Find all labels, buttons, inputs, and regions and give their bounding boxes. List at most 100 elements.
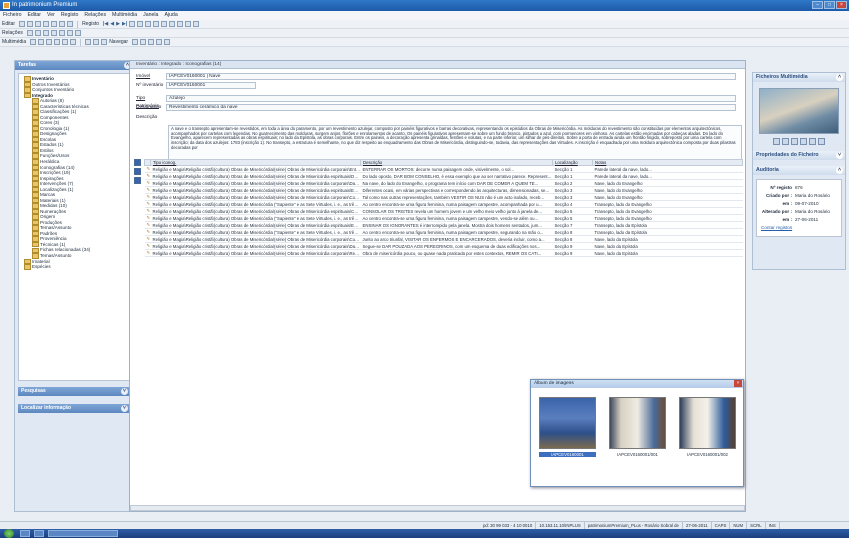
multimedia-thumbnail[interactable]	[759, 88, 839, 134]
tipo-field[interactable]: Azulejo	[166, 95, 736, 102]
pencil-icon[interactable]	[101, 39, 108, 45]
table-row[interactable]: ✎ Religião e Magia\Religião cristã\(cultu…	[144, 249, 743, 257]
row-edit-icon[interactable]: ✎	[144, 228, 151, 236]
menu-ajuda[interactable]: Ajuda	[164, 11, 177, 20]
media-play-icon[interactable]	[46, 39, 53, 45]
imovel-field[interactable]: IAPCEV0160001 | Nave	[166, 73, 736, 80]
copy-icon[interactable]	[35, 21, 42, 27]
nav-refresh-icon[interactable]	[148, 39, 155, 45]
navigation-tree[interactable]: Inventário Outros Inventários Conjuntos In…	[18, 73, 130, 381]
start-button[interactable]	[4, 529, 14, 538]
row-edit-icon[interactable]: ✎	[144, 221, 151, 229]
confirm-icon[interactable]	[193, 21, 200, 27]
menu-relacoes[interactable]: Relações	[84, 11, 106, 20]
table-row[interactable]: ✎ Religião e Magia\Religião cristã\(cultu…	[144, 207, 743, 215]
open-media-icon[interactable]	[809, 138, 816, 145]
nav-forward-icon[interactable]	[140, 39, 147, 45]
props-header[interactable]: Propriedades do Ficheiro ˅	[753, 151, 845, 160]
album-photo-2[interactable]	[609, 397, 666, 449]
ninventario-field[interactable]: IAPCEV0160001	[166, 82, 256, 89]
next-media-icon[interactable]	[782, 138, 789, 145]
first-record-icon[interactable]: |◀	[103, 21, 108, 27]
localizar-header[interactable]: Localizar informação ˅	[18, 404, 130, 413]
row-edit-icon[interactable]: ✎	[144, 207, 151, 215]
album-photo-1[interactable]	[539, 397, 596, 449]
table-row[interactable]: ✎ Religião e Magia\Religião cristã\(cultu…	[144, 235, 743, 243]
add-media-icon[interactable]	[791, 138, 798, 145]
grid-edit-icon[interactable]	[134, 168, 141, 175]
auditoria-header[interactable]: Auditoria ˄	[753, 166, 845, 175]
grid-add-icon[interactable]	[134, 159, 141, 166]
menu-editar[interactable]: Editar	[27, 11, 41, 20]
remove-media-icon[interactable]	[800, 138, 807, 145]
row-edit-icon[interactable]: ✎	[144, 193, 151, 201]
table-row[interactable]: ✎ Religião e Magia\Religião cristã\(cultu…	[144, 172, 743, 180]
row-edit-icon[interactable]: ✎	[144, 179, 151, 187]
table-row[interactable]: ✎ Religião e Magia\Religião cristã\(cultu…	[144, 179, 743, 187]
relation-edit-icon[interactable]	[42, 30, 49, 36]
multimedia-header[interactable]: Ficheiros Multimédia ˄	[753, 73, 845, 82]
nav-back-icon[interactable]	[132, 39, 139, 45]
table-row[interactable]: ✎ Religião e Magia\Religião cristã\(cultu…	[144, 186, 743, 194]
table-row[interactable]: ✎ Religião e Magia\Religião cristã\(cultu…	[144, 221, 743, 229]
taskbar-app-icon[interactable]	[34, 530, 44, 537]
nav-grid-icon[interactable]	[164, 39, 171, 45]
collapse-icon[interactable]: ˄	[836, 74, 843, 81]
media-view-icon[interactable]	[54, 39, 61, 45]
media-add-icon[interactable]	[30, 39, 37, 45]
menu-ver[interactable]: Ver	[47, 11, 55, 20]
table-row[interactable]: ✎ Religião e Magia\Religião cristã\(cultu…	[144, 242, 743, 250]
next-record-icon[interactable]: ▶	[116, 21, 120, 27]
relation-unlink-icon[interactable]	[58, 30, 65, 36]
row-edit-icon[interactable]: ✎	[144, 242, 151, 250]
tree-item[interactable]: Espécies	[21, 264, 127, 270]
taskbar-app-icon[interactable]	[20, 530, 30, 537]
edit-icon[interactable]	[93, 39, 100, 45]
relation-remove-icon[interactable]	[34, 30, 41, 36]
album-caption-2[interactable]: IAPCEV0160001/001	[609, 452, 666, 457]
tarefas-header[interactable]: Tarefas ˄	[15, 61, 133, 70]
media-open-icon[interactable]	[38, 39, 45, 45]
designacao-field[interactable]: Revestimento cerâmico da nave	[166, 104, 736, 111]
table-row[interactable]: ✎ Religião e Magia\Religião cristã\(cultu…	[144, 200, 743, 208]
minimize-button[interactable]: –	[812, 1, 823, 9]
relation-link-icon[interactable]	[50, 30, 57, 36]
find-icon[interactable]	[67, 21, 74, 27]
nav-home-icon[interactable]	[156, 39, 163, 45]
row-edit-icon[interactable]: ✎	[144, 186, 151, 194]
album-close-button[interactable]: ×	[734, 380, 742, 387]
menu-registo[interactable]: Registo	[61, 11, 79, 20]
menu-ficheiro[interactable]: Ficheiro	[3, 11, 21, 20]
row-edit-icon[interactable]: ✎	[144, 172, 151, 180]
save-media-icon[interactable]	[818, 138, 825, 145]
menu-multimedia[interactable]: Multimédia	[112, 11, 137, 20]
prev-media-icon[interactable]	[773, 138, 780, 145]
relation-check-icon[interactable]	[74, 30, 81, 36]
help-icon[interactable]	[145, 21, 152, 27]
media-image-icon[interactable]	[62, 39, 69, 45]
relation-help-icon[interactable]	[66, 30, 73, 36]
media-next-icon[interactable]	[70, 39, 77, 45]
row-edit-icon[interactable]: ✎	[144, 235, 151, 243]
row-edit-icon[interactable]: ✎	[144, 249, 151, 257]
horizontal-scrollbar[interactable]	[130, 505, 745, 511]
cut-icon[interactable]	[27, 21, 34, 27]
close-button[interactable]: ×	[836, 1, 847, 9]
sort-icon[interactable]	[137, 21, 144, 27]
last-record-icon[interactable]: ▶|	[122, 21, 127, 27]
album-caption-1[interactable]: IAPCEV0160001	[539, 452, 596, 457]
print-icon[interactable]	[153, 21, 160, 27]
expand-icon[interactable]: ˅	[121, 388, 128, 395]
delete-icon[interactable]	[177, 21, 184, 27]
cancel-icon[interactable]	[185, 21, 192, 27]
table-row[interactable]: ✎ Religião e Magia\Religião cristã\(cultu…	[144, 193, 743, 201]
pesquisas-header[interactable]: Pesquisas ˅	[18, 387, 130, 396]
taskbar-active-window[interactable]	[48, 530, 118, 537]
menu-janela[interactable]: Janela	[143, 11, 158, 20]
prev-record-icon[interactable]: ◀	[110, 21, 114, 27]
album-caption-3[interactable]: IAPCEV0160001/002	[679, 452, 736, 457]
grid-delete-icon[interactable]	[134, 177, 141, 184]
table-row[interactable]: ✎ Religião e Magia\Religião cristã\(cultu…	[144, 228, 743, 236]
album-photo-3[interactable]	[679, 397, 736, 449]
maximize-button[interactable]: □	[824, 1, 835, 9]
